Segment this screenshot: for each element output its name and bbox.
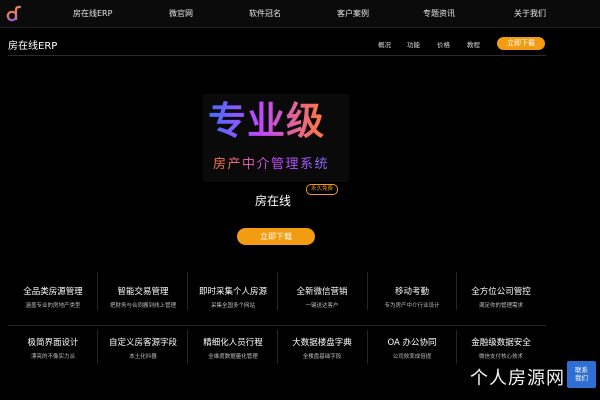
nav-item-topics[interactable]: 专题资讯 xyxy=(423,8,455,19)
watermark-text: 个人房源网 xyxy=(470,368,565,389)
sub-link-pricing[interactable]: 价格 xyxy=(437,39,450,49)
feature-desc: 采集全国多个网站 xyxy=(210,303,255,309)
logo-icon[interactable] xyxy=(5,5,23,23)
feature-desc: 公司效率成倍提 xyxy=(392,354,432,360)
feature-desc: 漂亮的不像实力派 xyxy=(30,354,75,360)
feature-item: 全方位公司管控 满足你的管理需求 xyxy=(456,285,546,309)
nav-item-microsite[interactable]: 微官网 xyxy=(169,8,193,19)
feature-desc: 微信支付核心技术 xyxy=(478,354,523,360)
feature-title: 金融级数据安全 xyxy=(471,338,531,348)
feature-title: 全品类房源管理 xyxy=(23,287,83,297)
feature-desc: 涵盖专业的房地产类型 xyxy=(25,303,81,309)
feature-desc: 把财务与合同搬到线上管理 xyxy=(109,303,176,309)
feature-title: 全方位公司管控 xyxy=(471,287,531,297)
feature-item: 即时采集个人房源 采集全国多个网站 xyxy=(188,285,278,309)
free-badge: 永久免费 xyxy=(306,184,338,195)
feature-item: 金融级数据安全 微信支付核心技术 xyxy=(456,336,546,360)
feature-title: 大数据楼盘字典 xyxy=(292,338,352,348)
contact-label-1: 联系 xyxy=(575,366,588,374)
sub-header: 房在线ERP 概况 功能 价格 教程 立即下载 xyxy=(0,28,600,56)
feature-item: 大数据楼盘字典 全楼盘基础字段 xyxy=(277,336,367,360)
feature-item: OA 办公协同 公司效率成倍提 xyxy=(367,336,457,360)
download-button-header[interactable]: 立即下载 xyxy=(497,37,545,50)
sub-link-features[interactable]: 功能 xyxy=(407,39,420,49)
nav-item-naming[interactable]: 软件冠名 xyxy=(249,8,281,19)
feature-item: 极简界面设计 漂亮的不像实力派 xyxy=(8,336,98,360)
sub-link-overview[interactable]: 概况 xyxy=(378,39,391,49)
feature-item: 全品类房源管理 涵盖专业的房地产类型 xyxy=(8,285,98,309)
feature-title: 精细化人员行程 xyxy=(203,338,263,348)
download-button-hero[interactable]: 立即下载 xyxy=(237,228,315,245)
hero-subtitle: 房产中介管理系统 xyxy=(213,157,330,172)
feature-title: 自定义房客源字段 xyxy=(108,338,177,348)
feature-title: 全新微信营销 xyxy=(296,287,348,297)
feature-desc: 满足你的管理需求 xyxy=(478,303,523,309)
sub-header-title[interactable]: 房在线ERP xyxy=(8,37,57,52)
contact-label-2: 我们 xyxy=(575,374,588,382)
feature-title: 极简界面设计 xyxy=(27,338,79,348)
feature-desc: 一键送达客户 xyxy=(305,303,339,309)
feature-desc: 本土化抖器 xyxy=(129,354,157,360)
feature-title: 智能交易管理 xyxy=(117,287,169,297)
feature-grid-divider xyxy=(8,325,546,326)
sub-link-tutorial[interactable]: 教程 xyxy=(467,39,480,49)
feature-title: 即时采集个人房源 xyxy=(198,287,267,297)
nav-item-erp[interactable]: 房在线ERP xyxy=(73,8,112,19)
top-nav: 房在线ERP 微官网 软件冠名 客户案例 专题资讯 关于我们 xyxy=(0,0,600,28)
feature-item: 精细化人员行程 全维度数据量化管理 xyxy=(188,336,278,360)
nav-item-about[interactable]: 关于我们 xyxy=(514,8,546,19)
feature-item: 自定义房客源字段 本土化抖器 xyxy=(98,336,188,360)
nav-item-cases[interactable]: 客户案例 xyxy=(337,8,369,19)
hero-headline: 专业级 xyxy=(208,99,326,143)
feature-desc: 全楼盘基础字段 xyxy=(302,354,342,360)
feature-item: 智能交易管理 把财务与合同搬到线上管理 xyxy=(98,285,188,309)
feature-desc: 全维度数据量化管理 xyxy=(208,354,258,360)
header-divider xyxy=(8,55,546,56)
hero-brand: 房在线 xyxy=(255,194,292,208)
contact-us-button[interactable]: 联系 我们 xyxy=(567,361,596,388)
feature-desc: 专为房产中介行业设计 xyxy=(384,303,440,309)
feature-title: 移动考勤 xyxy=(394,287,429,297)
feature-item: 全新微信营销 一键送达客户 xyxy=(277,285,367,309)
feature-title: OA 办公协同 xyxy=(387,338,437,348)
feature-item: 移动考勤 专为房产中介行业设计 xyxy=(367,285,457,309)
